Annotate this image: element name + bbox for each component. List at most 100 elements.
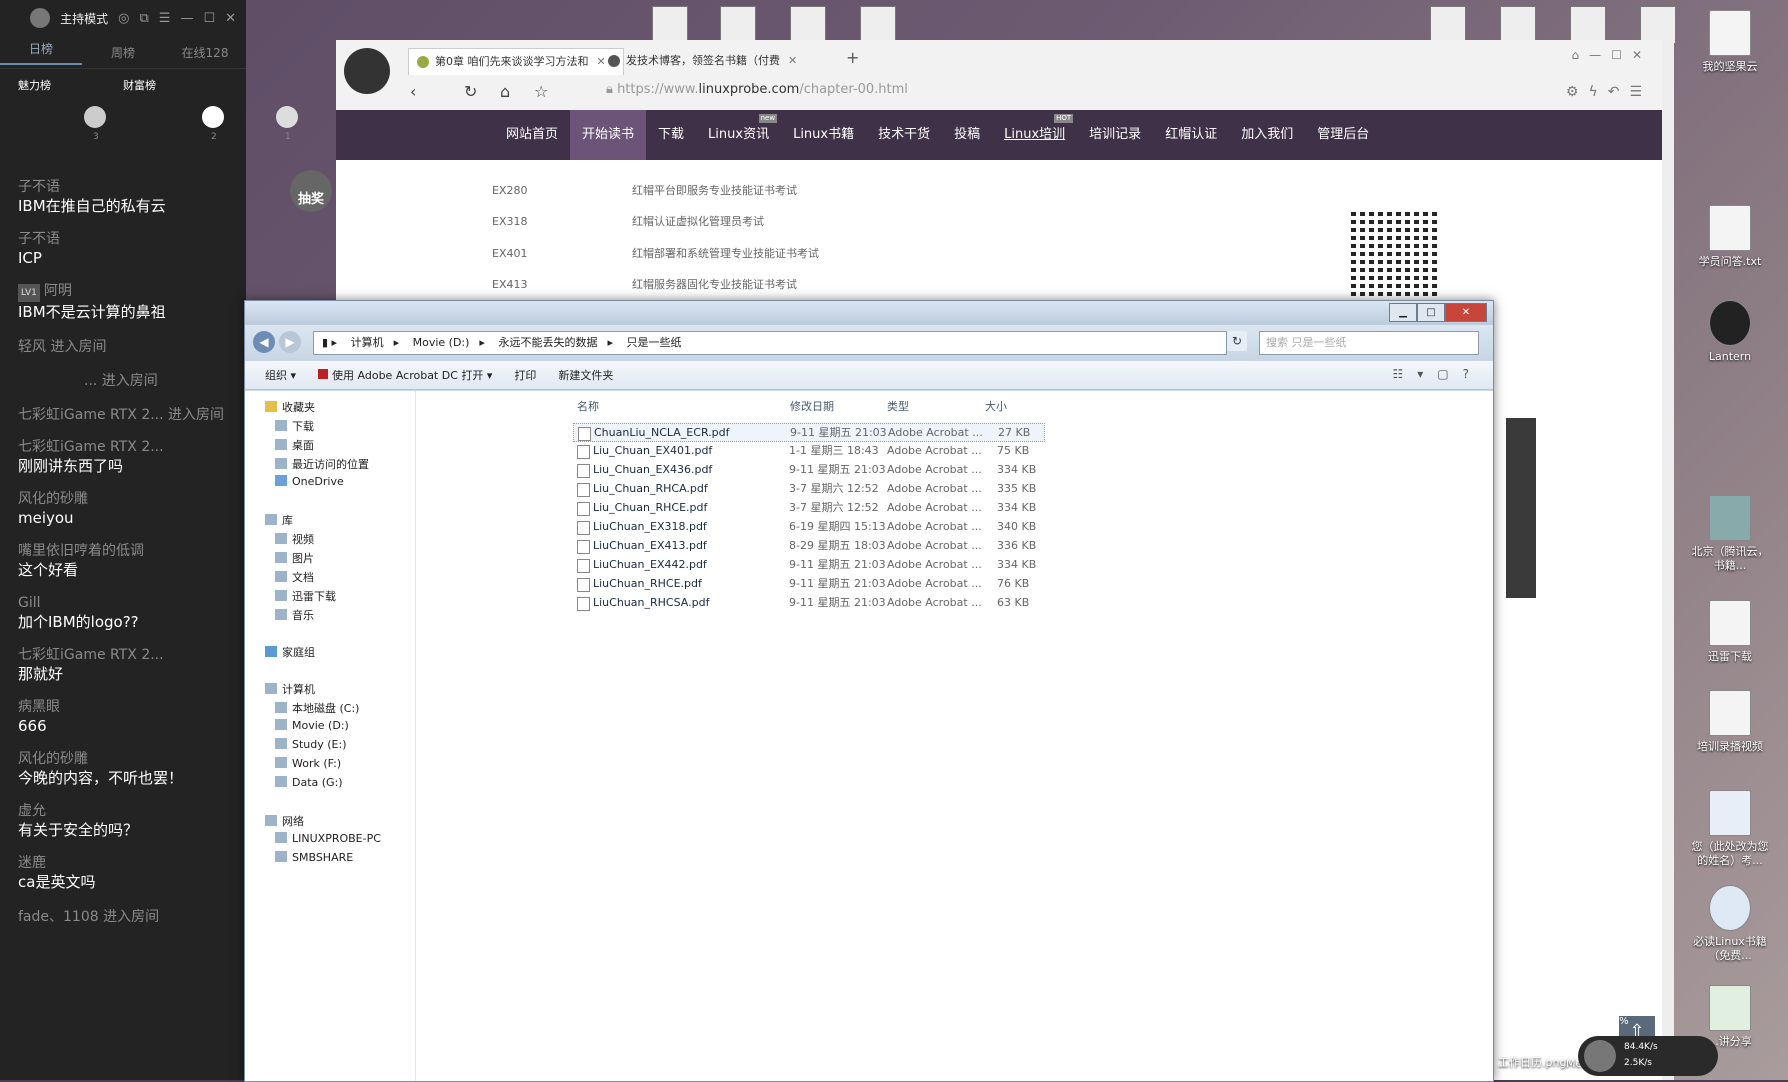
nav-homegroup[interactable]: 家庭组 xyxy=(265,644,315,660)
nav-music[interactable]: 音乐 xyxy=(275,607,314,623)
close-button[interactable]: ✕ xyxy=(1445,303,1487,322)
nav-linux-training[interactable]: Linux培训 HOT xyxy=(992,110,1077,160)
desktop-icon-xunlei[interactable]: 迅雷下载 xyxy=(1690,600,1770,664)
desktop-icon-linux-book[interactable]: 必读Linux书籍（免费... xyxy=(1690,885,1770,963)
avatar[interactable] xyxy=(202,106,224,128)
file-row[interactable]: Liu_Chuan_RHCE.pdf 3-7 星期六 12:52 Adobe Acr… xyxy=(573,499,1043,516)
undo-icon[interactable]: ↶ xyxy=(1608,84,1630,100)
nav-submit[interactable]: 投稿 xyxy=(942,110,992,160)
view-mode-icon[interactable]: ☷▾ xyxy=(1393,367,1438,381)
breadcrumb-item[interactable]: 永远不能丢失的数据 xyxy=(498,336,597,349)
desktop-icon-jianguoyun[interactable]: 我的坚果云 xyxy=(1690,10,1770,74)
file-row[interactable]: LiuChuan_EX442.pdf 9-11 星期五 21:03 Adobe Ac… xyxy=(573,556,1043,573)
nav-downloads[interactable]: 下载 xyxy=(275,418,314,434)
tab-online[interactable]: 在线128 xyxy=(164,44,246,61)
nav-training-records[interactable]: 培训记录 xyxy=(1077,110,1153,160)
help-icon[interactable]: ? xyxy=(1463,367,1483,381)
nav-computer[interactable]: 计算机 xyxy=(265,681,315,697)
desktop-icon-tencent-cloud[interactable]: 北京（腾讯云，书籍... xyxy=(1690,495,1770,573)
file-row[interactable]: Liu_Chuan_RHCA.pdf 3-7 星期六 12:52 Adobe Acr… xyxy=(573,480,1043,497)
nav-network-share[interactable]: SMBSHARE xyxy=(275,851,353,864)
preview-pane-icon[interactable]: ▢ xyxy=(1437,367,1462,381)
folder-icon[interactable] xyxy=(790,6,826,44)
back-icon[interactable]: ‹ xyxy=(410,82,416,101)
close-icon[interactable]: ✕ xyxy=(225,11,236,26)
extension-icon[interactable]: ⚙ xyxy=(1566,84,1589,100)
file-row[interactable]: ChuanLiu_NCLA_ECR.pdf 9-11 星期五 21:03 Adobe… xyxy=(573,423,1045,442)
nav-libraries[interactable]: 库 xyxy=(265,512,293,528)
desktop-icon-training-videos[interactable]: 培训录播视频 xyxy=(1690,690,1770,754)
organize-menu[interactable]: 组织 ▾ xyxy=(265,367,296,383)
file-row[interactable]: LiuChuan_RHCE.pdf 9-11 星期五 21:03 Adobe Acr… xyxy=(573,575,1043,592)
home-icon[interactable]: ⌂ xyxy=(500,82,510,101)
address-bar[interactable]: 🔒︎ https://www.linuxprobe.com/chapter-00… xyxy=(606,82,908,97)
desktop-icon-calendar[interactable]: 工作日历.png xyxy=(1498,1054,1566,1070)
tab-chapter-0[interactable]: 第0章 咱们先来谈谈学习方法和 ✕ xyxy=(408,48,624,75)
desktop-icon-word-doc[interactable]: 您（此处改为您的姓名）考... xyxy=(1690,790,1770,868)
nav-drive-f[interactable]: Work (F:) xyxy=(275,757,341,770)
menu-icon[interactable]: ☰ xyxy=(159,11,171,26)
nav-drive-d[interactable]: Movie (D:) xyxy=(275,719,349,732)
nav-redhat-cert[interactable]: 红帽认证 xyxy=(1153,110,1229,160)
open-with-acrobat-button[interactable]: 使用 Adobe Acrobat DC 打开 ▾ xyxy=(318,367,492,383)
maximize-icon[interactable]: ☐ xyxy=(203,11,215,26)
nav-videos[interactable]: 视频 xyxy=(275,531,314,547)
refresh-icon[interactable]: ↻ xyxy=(1227,331,1247,351)
nav-drive-c[interactable]: 本地磁盘 (C:) xyxy=(275,700,359,716)
column-header-date[interactable]: 修改日期 xyxy=(790,398,834,414)
desktop-icon-qa-txt[interactable]: 学员问答.txt xyxy=(1690,205,1770,269)
nav-network-pc[interactable]: LINUXPROBE-PC xyxy=(275,832,381,845)
nav-recent[interactable]: 最近访问的位置 xyxy=(275,456,369,472)
file-row[interactable]: Liu_Chuan_EX436.pdf 9-11 星期五 21:03 Adobe A… xyxy=(573,461,1043,478)
nav-start-reading[interactable]: 开始读书 xyxy=(570,110,647,160)
nav-join-us[interactable]: 加入我们 xyxy=(1229,110,1305,160)
settings-icon[interactable]: ◎ xyxy=(118,11,129,26)
maximize-button[interactable]: □ xyxy=(1417,303,1445,322)
minimize-icon[interactable]: — xyxy=(1589,48,1611,62)
nav-linux-news[interactable]: Linux资讯 new xyxy=(696,110,781,160)
print-button[interactable]: 打印 xyxy=(514,367,536,383)
nav-xunlei[interactable]: 迅雷下载 xyxy=(275,588,336,604)
zoom-level[interactable]: 100% xyxy=(1600,1016,1629,1027)
forward-button[interactable]: ▶ xyxy=(279,331,301,353)
explorer-titlebar[interactable]: ▁ □ ✕ xyxy=(245,301,1493,325)
nav-pictures[interactable]: 图片 xyxy=(275,550,314,566)
minimize-icon[interactable]: — xyxy=(180,11,193,26)
file-row[interactable]: LiuChuan_EX318.pdf 6-19 星期四 15:13 Adobe Ac… xyxy=(573,518,1043,535)
nav-network[interactable]: 网络 xyxy=(265,813,304,829)
folder-icon[interactable] xyxy=(1430,6,1466,44)
close-tab-icon[interactable]: ✕ xyxy=(788,54,797,67)
tab-weekly[interactable]: 周榜 xyxy=(82,44,164,61)
lightning-icon[interactable]: ϟ xyxy=(1588,84,1607,100)
nav-desktop[interactable]: 桌面 xyxy=(275,437,314,453)
excel-file-icon[interactable] xyxy=(1570,6,1606,44)
bookmark-star-icon[interactable]: ☆ xyxy=(534,82,548,101)
nav-documents[interactable]: 文档 xyxy=(275,569,314,585)
column-header-type[interactable]: 类型 xyxy=(887,398,909,414)
avatar[interactable] xyxy=(30,8,51,28)
tab-daily[interactable]: 日榜 xyxy=(0,40,82,65)
minimize-button[interactable]: ▁ xyxy=(1389,303,1417,322)
lottery-button[interactable]: 抽奖 xyxy=(290,170,332,212)
file-row[interactable]: LiuChuan_EX413.pdf 8-29 星期五 18:03 Adobe Ac… xyxy=(573,537,1043,554)
folder-icon[interactable] xyxy=(860,6,896,44)
nav-download[interactable]: 下载 xyxy=(646,110,696,160)
close-icon[interactable]: ✕ xyxy=(1632,48,1652,62)
menu-icon[interactable]: ☰ xyxy=(1629,84,1652,100)
file-row[interactable]: Liu_Chuan_EX401.pdf 1-1 星期三 18:43 Adobe Ac… xyxy=(573,442,1043,459)
skin-icon[interactable]: ⌂ xyxy=(1572,48,1590,62)
nav-favorites[interactable]: 收藏夹 xyxy=(265,399,315,415)
new-tab-button[interactable]: + xyxy=(846,48,859,67)
nav-drive-g[interactable]: Data (G:) xyxy=(275,776,343,789)
folder-icon[interactable] xyxy=(1500,6,1536,44)
nav-tech[interactable]: 技术干货 xyxy=(866,110,942,160)
new-folder-button[interactable]: 新建文件夹 xyxy=(558,367,613,383)
folder-icon[interactable] xyxy=(720,6,756,44)
avatar[interactable] xyxy=(276,106,298,128)
reload-icon[interactable]: ↻ xyxy=(464,82,477,101)
nav-linux-books[interactable]: Linux书籍 xyxy=(781,110,866,160)
tab-tech-blog[interactable]: 发技术博客，领签名书籍（付费 ✕ xyxy=(600,48,834,74)
avatar[interactable] xyxy=(344,48,390,94)
breadcrumb[interactable]: ▮ ▸ 计算机 ▸ Movie (D:) ▸ 永远不能丢失的数据 ▸ 只是一些纸 xyxy=(313,331,1227,355)
folder-icon[interactable] xyxy=(1640,6,1676,44)
